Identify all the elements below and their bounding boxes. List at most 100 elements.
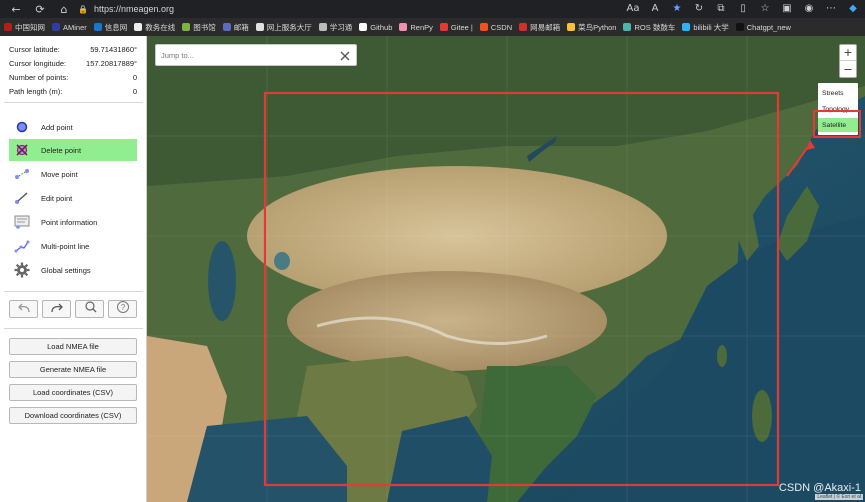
- bookmark-label: bilibili 大学: [693, 22, 729, 32]
- zoom-out-button[interactable]: −: [840, 61, 856, 77]
- back-icon[interactable]: ←: [8, 1, 24, 17]
- bookmark-favicon-icon: [255, 23, 264, 31]
- annotation-highlight-box: [813, 110, 861, 138]
- move-point-icon: [13, 165, 31, 183]
- bookmark-item[interactable]: 教务在线: [134, 22, 175, 33]
- zoom-search-icon: [83, 300, 97, 319]
- info-value: 0: [132, 87, 137, 96]
- map-attribution[interactable]: Leaflet | © Esri et al: [815, 494, 863, 500]
- tool-multi-point-line[interactable]: Multi-point line: [9, 235, 137, 257]
- bookmark-favicon-icon: [567, 23, 576, 31]
- read-aloud-icon[interactable]: Aa: [627, 2, 640, 14]
- bookmark-item[interactable]: RenPy: [399, 23, 433, 32]
- point-information-icon: [13, 213, 31, 231]
- extensions-icon[interactable]: ⧉: [715, 2, 727, 14]
- tool-label: Edit point: [41, 193, 73, 203]
- tool-delete-point[interactable]: Delete point: [9, 139, 137, 161]
- favorite-star-icon[interactable]: ★: [671, 2, 683, 14]
- split-screen-icon[interactable]: ▯: [737, 2, 749, 14]
- tool-add-point[interactable]: Add point: [9, 116, 137, 138]
- bookmark-favicon-icon: [222, 23, 231, 31]
- tool-edit-point[interactable]: Edit point: [9, 187, 137, 209]
- bookmark-item[interactable]: 中国知网: [4, 22, 45, 33]
- bookmark-label: 信息网: [104, 22, 128, 32]
- bookmark-item[interactable]: Gitee |: [439, 23, 473, 32]
- jump-to-search[interactable]: [155, 44, 357, 66]
- bookmarks-bar: 中国知网 AMiner 信息网 教务在线 图书馆 邮箱 网上服务大厅 学习通 Github Ren…: [0, 18, 865, 36]
- home-icon[interactable]: ⌂: [56, 1, 72, 17]
- bookmark-favicon-icon: [134, 23, 143, 31]
- tool-global-settings[interactable]: Global settings: [9, 259, 137, 281]
- browser-window: ← ⟳ ⌂ 🔒 https://nmeagen.org Aa A ★ ↻ ⧉ ▯…: [0, 0, 865, 502]
- bookmark-item[interactable]: Github: [359, 23, 392, 32]
- bookmark-item[interactable]: bilibili 大学: [682, 22, 729, 33]
- undo-button[interactable]: [9, 300, 38, 318]
- browser-actions: Aa A ★ ↻ ⧉ ▯ ☆ ▣ ◉ ⋯ ◆: [627, 2, 859, 14]
- bookmark-label: 中国知网: [15, 22, 45, 32]
- bookmark-item[interactable]: CSDN: [479, 23, 512, 32]
- bookmark-favicon-icon: [318, 23, 327, 31]
- help-button[interactable]: ?: [108, 300, 137, 318]
- tool-label: Move point: [41, 169, 78, 179]
- info-label: Path length (m):: [9, 87, 63, 96]
- bookmark-item[interactable]: 网易邮箱: [519, 22, 560, 33]
- bookmark-item[interactable]: AMiner: [52, 23, 87, 32]
- add-point-icon: [13, 118, 31, 136]
- info-value: 59.71431860°: [90, 45, 137, 54]
- load-nmea-button[interactable]: Load NMEA file: [9, 338, 137, 355]
- edge-sidebar-icon[interactable]: ◆: [847, 2, 859, 14]
- bookmark-label: 网上服务大厅: [266, 22, 312, 32]
- tool-move-point[interactable]: Move point: [9, 163, 137, 185]
- delete-point-icon: [13, 141, 31, 159]
- bookmark-favicon-icon: [623, 23, 632, 31]
- bookmark-item[interactable]: 菜鸟Python: [567, 22, 616, 33]
- bookmark-item[interactable]: ROS 鼓鼓车: [623, 22, 675, 33]
- watermark-text: CSDN @Akaxi-1: [778, 482, 861, 494]
- bookmark-favicon-icon: [359, 23, 368, 31]
- bookmark-label: ROS 鼓鼓车: [634, 22, 676, 32]
- bookmark-label: Github: [370, 22, 393, 32]
- bookmark-item[interactable]: 网上服务大厅: [255, 22, 312, 33]
- generate-nmea-button[interactable]: Generate NMEA file: [9, 361, 137, 378]
- sidebar-panel: Cursor latitude: 59.71431860° Cursor lon…: [0, 36, 147, 502]
- bookmark-favicon-icon: [52, 23, 60, 31]
- bookmark-item[interactable]: 学习通: [318, 22, 352, 33]
- bookmark-label: 菜鸟Python: [578, 22, 617, 32]
- collections-icon[interactable]: ▣: [781, 2, 793, 14]
- bookmark-item[interactable]: 信息网: [93, 22, 128, 33]
- bookmark-label: 网易邮箱: [530, 22, 561, 32]
- tool-point-information[interactable]: Point information: [9, 211, 137, 233]
- zoom-in-button[interactable]: +: [840, 45, 856, 61]
- bookmark-favicon-icon: [4, 23, 12, 31]
- bookmark-label: RenPy: [410, 22, 433, 32]
- redo-icon: [50, 300, 64, 318]
- bookmark-favicon-icon: [682, 23, 691, 31]
- more-menu-icon[interactable]: ⋯: [825, 2, 837, 14]
- text-size-icon[interactable]: A: [649, 2, 661, 14]
- profile-icon[interactable]: ◉: [803, 2, 815, 14]
- path-length-row: Path length (m): 0: [9, 87, 137, 96]
- reload-icon[interactable]: ⟳: [32, 1, 48, 17]
- bookmark-item[interactable]: Chatgpt_new: [735, 23, 791, 32]
- bookmark-item[interactable]: 邮箱: [222, 22, 249, 33]
- bookmark-favicon-icon: [399, 23, 408, 31]
- tool-label: Global settings: [41, 265, 91, 275]
- zoom-to-path-button[interactable]: [75, 300, 104, 318]
- address-bar[interactable]: 🔒 https://nmeagen.org: [78, 2, 658, 16]
- search-input[interactable]: [161, 50, 331, 60]
- satellite-map[interactable]: + − Streets Topology Satellite CSDN @Aka…: [147, 36, 865, 502]
- cursor-latitude-row: Cursor latitude: 59.71431860°: [9, 45, 137, 54]
- favorites-bar-icon[interactable]: ☆: [759, 2, 771, 14]
- bookmark-item[interactable]: 图书馆: [182, 22, 216, 33]
- number-of-points-row: Number of points: 0: [9, 73, 137, 82]
- download-csv-button[interactable]: Download coordinates (CSV): [9, 407, 137, 424]
- info-label: Cursor longitude:: [9, 59, 67, 68]
- close-icon[interactable]: [339, 49, 351, 61]
- bookmark-favicon-icon: [93, 23, 102, 31]
- load-csv-button[interactable]: Load coordinates (CSV): [9, 384, 137, 401]
- redo-button[interactable]: [42, 300, 71, 318]
- layer-streets[interactable]: Streets: [818, 86, 858, 100]
- bookmark-favicon-icon: [439, 23, 448, 31]
- info-value: 157.20817889°: [86, 59, 137, 68]
- refresh-icon[interactable]: ↻: [693, 2, 705, 14]
